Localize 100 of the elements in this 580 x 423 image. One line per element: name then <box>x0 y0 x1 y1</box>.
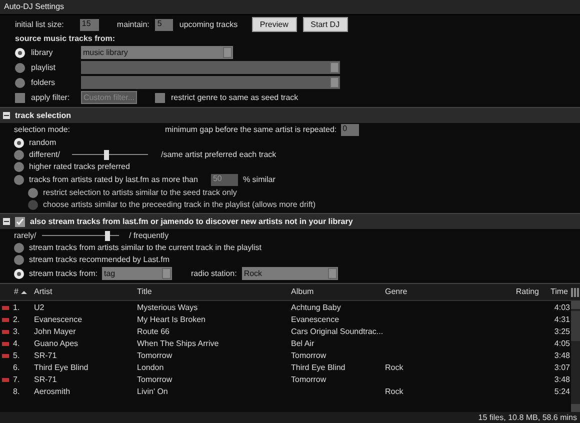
radio-button[interactable] <box>15 62 25 72</box>
table-cell: SR-71 <box>34 375 57 385</box>
radio-button[interactable] <box>14 162 24 172</box>
table-cell: Tomorrow <box>137 375 172 385</box>
table-cell: Bel Air <box>291 339 314 349</box>
table-cell: 3:25 <box>554 327 570 337</box>
slider-thumb[interactable] <box>104 150 110 160</box>
option-label: stream tracks from artists similar to the current track in the playlist <box>29 243 262 253</box>
option-label: stream tracks recommended by Last.fm <box>29 255 170 265</box>
table-cell: Rock <box>385 387 404 397</box>
table-cell: Livin' On <box>137 387 168 397</box>
group-heading: source music tracks from: <box>15 34 116 44</box>
table-cell: Aerosmith <box>34 387 70 397</box>
radio-button[interactable] <box>14 150 24 160</box>
table-cell: 8. <box>13 387 20 397</box>
slider[interactable] <box>42 231 119 241</box>
radio-button[interactable] <box>14 268 24 278</box>
option-label: higher rated tracks preferred <box>29 162 130 172</box>
table-cell: Achtung Baby <box>291 303 341 313</box>
input-field[interactable]: 0 <box>340 124 359 136</box>
input-field[interactable]: 5 <box>155 18 174 30</box>
table-cell: 4:03 <box>554 303 570 313</box>
field-label: maintain: <box>116 20 150 30</box>
column-header[interactable]: Genre <box>385 287 485 297</box>
dropdown[interactable]: music library <box>81 46 233 59</box>
option-label: playlist <box>31 62 56 72</box>
column-header[interactable]: Rating <box>485 287 541 297</box>
column-chooser-icon[interactable] <box>571 288 579 296</box>
table-cell: 3:48 <box>554 351 570 361</box>
field-label: selection mode: <box>14 125 72 135</box>
radio-button[interactable] <box>14 243 24 253</box>
field-label: upcoming tracks <box>179 20 238 30</box>
section-title: track selection <box>15 110 72 120</box>
option-label: tracks from artists rated by last.fm as more than <box>29 175 198 185</box>
table-cell: When The Ships Arrive <box>137 339 219 349</box>
field-label: initial list size: <box>15 20 64 30</box>
table-cell: John Mayer <box>34 327 76 337</box>
option-label: % similar <box>242 175 276 185</box>
table-cell: 7. <box>13 375 20 385</box>
table-cell: Tomorrow <box>291 375 326 385</box>
preview-button[interactable]: Preview <box>252 17 297 32</box>
table-cell: U2 <box>34 303 44 313</box>
slider-thumb[interactable] <box>105 231 110 241</box>
table-cell: Third Eye Blind <box>291 363 346 373</box>
scrollbar[interactable] <box>571 301 580 412</box>
column-header[interactable]: Artist <box>34 287 137 297</box>
option-label: stream tracks from: <box>29 268 97 278</box>
table-cell: 3:48 <box>554 375 570 385</box>
column-header[interactable]: Album <box>291 287 385 297</box>
table-cell: 4:05 <box>554 339 570 349</box>
radio-button[interactable] <box>14 255 24 265</box>
table-cell: Cars Original Soundtrac... <box>291 327 384 337</box>
checkbox[interactable] <box>15 216 25 226</box>
checkbox[interactable] <box>15 92 25 102</box>
table-cell: Evanescence <box>291 315 340 325</box>
option-label: choose artists similar to the preceeding track in the playlist (allows more drift) <box>43 200 316 210</box>
collapse-icon[interactable] <box>3 112 10 119</box>
column-header[interactable]: Title <box>137 287 291 297</box>
checkbox[interactable] <box>155 92 165 102</box>
option-label: folders <box>31 78 56 88</box>
collapse-icon[interactable] <box>3 218 10 225</box>
slider[interactable] <box>72 150 148 160</box>
table-cell: 3. <box>13 327 20 337</box>
option-label: library <box>31 48 54 58</box>
input-field[interactable]: 15 <box>80 18 99 30</box>
field-label: radio station: <box>191 268 237 278</box>
table-cell: Evanescence <box>34 315 82 325</box>
table-cell: London <box>137 363 164 373</box>
dropdown[interactable]: tag <box>102 267 172 280</box>
table-cell: Route 66 <box>137 327 170 337</box>
column-header[interactable]: Time <box>541 287 570 297</box>
window-title: Auto-DJ Settings <box>4 2 64 12</box>
table-cell: 5. <box>13 351 20 361</box>
radio-button[interactable] <box>14 138 24 148</box>
table-cell: Third Eye Blind <box>34 363 88 373</box>
table-cell: Tomorrow <box>291 351 326 361</box>
radio-button[interactable] <box>28 188 38 198</box>
radio-button[interactable] <box>28 200 38 210</box>
table-cell: My Heart Is Broken <box>137 315 206 325</box>
table-cell: 1. <box>13 303 20 313</box>
radio-button[interactable] <box>15 48 25 58</box>
table-cell: 6. <box>13 363 20 373</box>
field-label: minimum gap before the same artist is repeated: <box>165 125 337 135</box>
start-button[interactable]: Start DJ <box>302 17 348 32</box>
option-label: /same artist preferred each track <box>161 150 276 160</box>
column-header[interactable]: # <box>0 287 34 297</box>
radio-button[interactable] <box>15 78 25 88</box>
option-label: / frequently <box>129 231 169 241</box>
option-label: restrict genre to same as seed track <box>171 92 298 102</box>
table-cell: Mysterious Ways <box>137 303 198 313</box>
radio-button[interactable] <box>14 175 24 185</box>
status-text: 15 files, 10.8 MB, 58.6 mins <box>478 412 577 422</box>
table-cell: Rock <box>385 363 404 373</box>
section-title: also stream tracks from last.fm or jamendo to discover new artists not in your library <box>30 216 353 226</box>
table-cell: 2. <box>13 315 20 325</box>
option-label: restrict selection to artists similar to the seed track only <box>43 188 237 198</box>
dropdown[interactable]: Rock <box>242 267 338 280</box>
table-cell: SR-71 <box>34 351 57 361</box>
option-label: random <box>29 138 56 148</box>
table-cell: Guano Apes <box>34 339 78 349</box>
